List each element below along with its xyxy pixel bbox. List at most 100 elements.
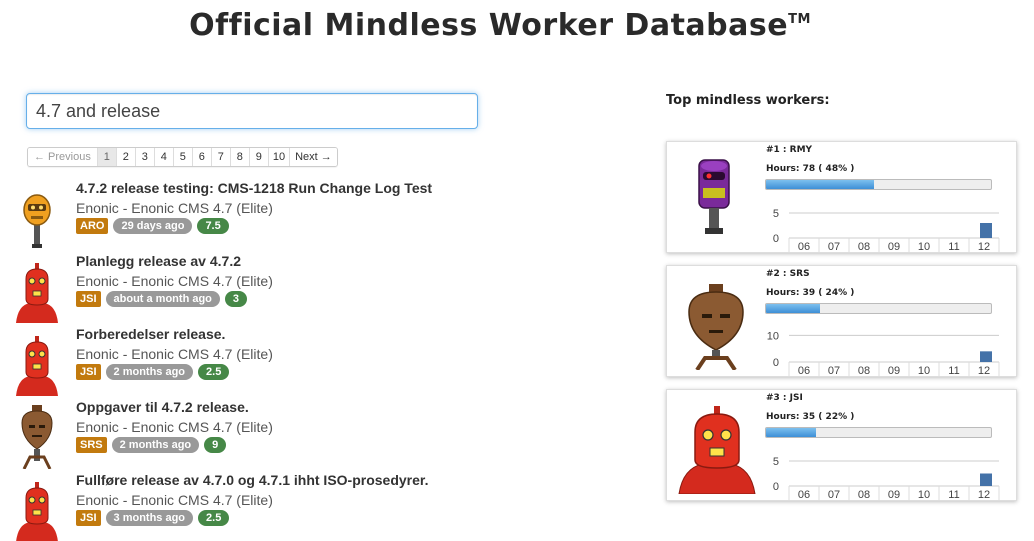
hours-badge: 9 [204,437,227,453]
worker-hours-chart: 0 5 06 07 08 09 10 11 12 [773,456,1000,501]
pagination-page-4[interactable]: 4 [153,148,173,166]
pagination-page-6[interactable]: 6 [191,148,211,166]
worker-hours-bar [765,427,992,438]
chart-bar [980,473,992,486]
chart-x-tick-label: 11 [948,241,959,253]
chart-x-tick-label: 10 [918,241,930,253]
chart-bar [980,223,992,238]
pagination-page-2[interactable]: 2 [115,148,135,166]
result-item[interactable]: Planlegg release av 4.7.2 Enonic - Enoni… [14,253,534,323]
pagination-page-5[interactable]: 5 [172,148,192,166]
chart-x-tick-label: 11 [948,365,959,377]
chart-y-tick-label: 5 [773,208,779,220]
chart-x-tick-label: 09 [888,365,900,377]
chart-y-tick-label: 10 [767,330,779,342]
chart-x-tick-label: 07 [828,489,840,501]
chart-x-tick-label: 07 [828,241,840,253]
chart-x-tick-label: 06 [798,365,810,377]
worker-hours: Hours: 35 ( 22% ) [766,412,855,422]
chart-x-tick-label: 06 [798,241,810,253]
worker-hours-bar [765,179,992,190]
user-badge: JSI [76,291,101,307]
purple-robot-icon [698,159,730,234]
result-title[interactable]: Fullføre release av 4.7.0 og 4.7.1 ihht … [76,472,428,488]
result-project: Enonic - Enonic CMS 4.7 (Elite) [76,200,273,216]
chart-x-tick-label: 12 [978,365,990,377]
worker-hours: Hours: 78 ( 48% ) [766,164,855,174]
time-badge: 2 months ago [105,364,194,380]
chart-y-tick-label: 0 [773,357,779,369]
hours-badge: 2.5 [198,510,230,526]
user-badge: ARO [76,218,109,234]
brown-robot-icon [688,284,744,370]
result-title[interactable]: Forberedelser release. [76,326,225,342]
worker-hours-chart: 0 10 06 07 08 09 10 11 12 [767,330,1000,377]
pagination-page-9[interactable]: 9 [248,148,268,166]
hours-badge: 2.5 [198,364,230,380]
worker-rank: #2 : SRS [766,269,810,279]
chart-x-tick-label: 07 [828,365,840,377]
time-badge: about a month ago [105,291,220,307]
worker-card[interactable]: #3 : JSI Hours: 35 ( 22% ) 0 5 06 07 08 09 10 1… [666,389,1017,501]
chart-x-tick-label: 09 [888,241,900,253]
time-badge: 2 months ago [111,437,200,453]
red-robot-icon [16,263,58,323]
pagination-previous-button[interactable]: ← Previous [28,148,97,166]
chart-x-tick-label: 10 [918,489,930,501]
worker-hours-bar [765,303,992,314]
result-item[interactable]: 4.7.2 release testing: CMS-1218 Run Chan… [14,180,534,248]
user-badge: JSI [76,510,101,526]
worker-hours: Hours: 39 ( 24% ) [766,288,855,298]
worker-card[interactable]: #1 : RMY Hours: 78 ( 48% ) 0 5 06 07 08 09 10 1… [666,141,1017,253]
worker-card[interactable]: #2 : SRS Hours: 39 ( 24% ) 0 10 06 07 08 09 10… [666,265,1017,377]
pagination-page-3[interactable]: 3 [134,148,154,166]
worker-rank: #1 : RMY [766,145,813,155]
result-project: Enonic - Enonic CMS 4.7 (Elite) [76,419,273,435]
pagination: ← Previous 1 2 3 4 5 6 7 8 9 10 Next → [27,147,338,167]
red-robot-icon [678,406,756,494]
chart-x-tick-label: 12 [978,241,990,253]
result-project: Enonic - Enonic CMS 4.7 (Elite) [76,273,273,289]
chart-y-tick-label: 0 [773,481,779,493]
red-robot-icon [16,482,58,541]
pagination-next-button[interactable]: Next → [289,148,337,166]
worker-hours-bar-fill [766,304,820,313]
result-project: Enonic - Enonic CMS 4.7 (Elite) [76,492,273,508]
chart-x-tick-label: 09 [888,489,900,501]
pagination-page-7[interactable]: 7 [210,148,230,166]
user-badge: SRS [76,437,107,453]
result-item[interactable]: Oppgaver til 4.7.2 release. Enonic - Eno… [14,399,534,469]
worker-hours-chart: 0 5 06 07 08 09 10 11 12 [773,208,1000,253]
result-title[interactable]: Oppgaver til 4.7.2 release. [76,399,249,415]
chart-x-tick-label: 08 [858,489,870,501]
worker-hours-bar-fill [766,180,874,189]
result-title[interactable]: Planlegg release av 4.7.2 [76,253,241,269]
top-workers-heading: Top mindless workers: [666,93,830,108]
page-title: Official Mindless Worker DatabaseTM [0,8,1000,43]
chart-x-tick-label: 11 [948,489,959,501]
pagination-page-1[interactable]: 1 [96,148,116,166]
time-badge: 3 months ago [105,510,194,526]
chart-x-tick-label: 12 [978,489,990,501]
hours-badge: 7.5 [197,218,229,234]
result-item[interactable]: Forberedelser release. Enonic - Enonic C… [14,326,534,396]
chart-y-tick-label: 0 [773,233,779,245]
chart-x-tick-label: 10 [918,365,930,377]
orange-robot-icon [23,194,51,248]
pagination-page-10[interactable]: 10 [267,148,290,166]
trademark-mark: TM [788,12,811,27]
time-badge: 29 days ago [113,218,193,234]
pagination-page-8[interactable]: 8 [229,148,249,166]
red-robot-icon [16,336,58,396]
chart-bar [980,351,992,362]
user-badge: JSI [76,364,101,380]
brown-robot-icon [21,405,53,469]
search-input[interactable] [26,93,478,129]
worker-rank: #3 : JSI [766,393,803,403]
result-project: Enonic - Enonic CMS 4.7 (Elite) [76,346,273,362]
page-title-text: Official Mindless Worker Database [189,8,789,43]
result-item[interactable]: Fullføre release av 4.7.0 og 4.7.1 ihht … [14,472,534,541]
hours-badge: 3 [224,291,248,307]
worker-hours-bar-fill [766,428,816,437]
result-title[interactable]: 4.7.2 release testing: CMS-1218 Run Chan… [76,180,432,196]
